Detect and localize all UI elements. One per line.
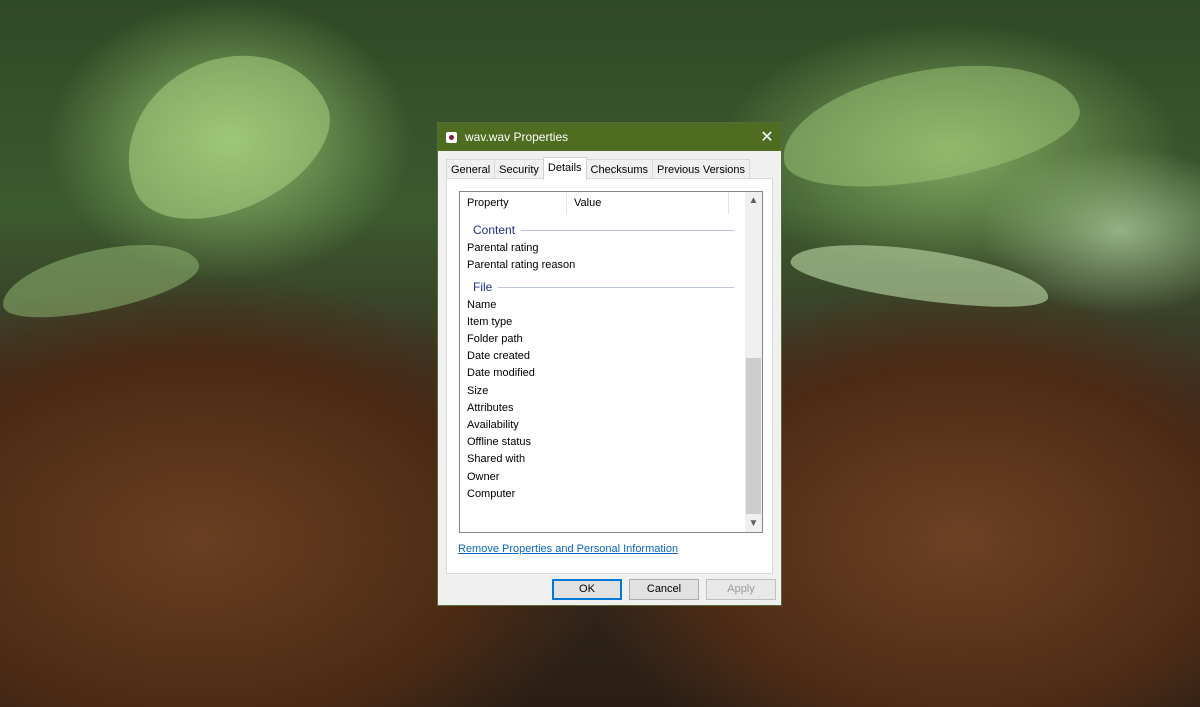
scroll-down-icon[interactable]: ▼ [745, 515, 762, 532]
list-item[interactable]: Date created [467, 348, 530, 365]
tab-checksums[interactable]: Checksums [585, 159, 653, 179]
list-item[interactable]: Owner [467, 469, 499, 486]
column-header-property[interactable]: Property [460, 192, 567, 214]
list-item[interactable]: Shared with [467, 451, 525, 468]
list-item[interactable]: Parental rating [467, 240, 539, 257]
list-item[interactable]: Parental rating reason [467, 257, 575, 274]
background-leaf [772, 44, 1088, 206]
scroll-up-icon[interactable]: ▲ [745, 192, 762, 209]
vertical-scrollbar[interactable]: ▲ ▼ [745, 192, 762, 532]
group-header-file: File [473, 278, 734, 295]
group-header-content: Content [473, 221, 734, 238]
list-item[interactable]: Folder path [467, 331, 523, 348]
list-item[interactable]: Computer [467, 486, 515, 503]
title-bar[interactable]: wav.wav Properties ✕ [438, 123, 781, 151]
background-leaf [98, 22, 352, 248]
list-item[interactable]: Offline status [467, 434, 531, 451]
cancel-button[interactable]: Cancel [629, 579, 699, 600]
list-item[interactable]: Availability [467, 417, 519, 434]
audio-file-icon [446, 131, 457, 143]
list-item[interactable]: Attributes [467, 400, 513, 417]
column-header-value[interactable]: Value [567, 192, 729, 214]
properties-list[interactable]: Property Value Content Parental rating P… [459, 191, 763, 533]
properties-dialog: wav.wav Properties ✕ General Security De… [437, 122, 782, 606]
tab-details[interactable]: Details [542, 157, 587, 180]
background-leaf [787, 232, 1053, 318]
tab-previous-versions[interactable]: Previous Versions [651, 159, 751, 179]
tab-strip: General Security Details Checksums Previ… [446, 157, 751, 180]
apply-button[interactable]: Apply [706, 579, 776, 600]
remove-properties-link[interactable]: Remove Properties and Personal Informati… [458, 543, 678, 555]
tab-security[interactable]: Security [494, 159, 544, 179]
window-title: wav.wav Properties [465, 130, 569, 144]
list-header: Property Value [460, 192, 745, 214]
background-leaf [0, 229, 205, 331]
list-item[interactable]: Size [467, 383, 488, 400]
ok-button[interactable]: OK [552, 579, 622, 600]
details-panel: Property Value Content Parental rating P… [446, 178, 773, 574]
group-label: Content [473, 222, 516, 237]
tab-general[interactable]: General [446, 159, 496, 179]
list-item[interactable]: Name [467, 297, 496, 314]
list-item[interactable]: Item type [467, 314, 512, 331]
group-label: File [473, 279, 493, 294]
scrollbar-thumb[interactable] [746, 358, 761, 514]
list-item[interactable]: Date modified [467, 365, 535, 382]
close-icon[interactable]: ✕ [753, 127, 781, 147]
